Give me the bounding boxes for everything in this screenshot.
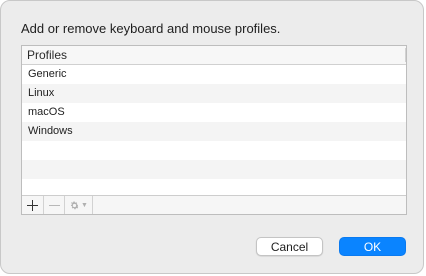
gear-icon bbox=[70, 201, 79, 209]
profiles-list: Generic Linux macOS Windows bbox=[22, 65, 406, 198]
profile-row-macos[interactable]: macOS bbox=[22, 103, 406, 122]
column-divider bbox=[405, 48, 406, 62]
minus-icon bbox=[48, 204, 60, 206]
empty-row bbox=[22, 141, 406, 160]
table-footer-toolbar: ▼ bbox=[22, 195, 406, 214]
remove-profile-button[interactable] bbox=[44, 196, 65, 214]
ok-button[interactable]: OK bbox=[339, 237, 406, 256]
profiles-table: Profiles Generic Linux macOS Windows ▼ bbox=[21, 45, 407, 215]
profile-actions-menu-button[interactable]: ▼ bbox=[65, 196, 93, 214]
chevron-down-icon: ▼ bbox=[81, 201, 88, 209]
cancel-button[interactable]: Cancel bbox=[256, 237, 323, 256]
profiles-column-header[interactable]: Profiles bbox=[22, 46, 406, 65]
dialog-heading: Add or remove keyboard and mouse profile… bbox=[21, 21, 281, 36]
profile-row-windows[interactable]: Windows bbox=[22, 122, 406, 141]
empty-row bbox=[22, 160, 406, 179]
column-header-label: Profiles bbox=[27, 48, 68, 62]
add-profile-button[interactable] bbox=[22, 196, 44, 214]
plus-icon bbox=[27, 199, 38, 211]
profiles-dialog: Add or remove keyboard and mouse profile… bbox=[0, 0, 424, 274]
profile-row-generic[interactable]: Generic bbox=[22, 65, 406, 84]
profile-row-linux[interactable]: Linux bbox=[22, 84, 406, 103]
